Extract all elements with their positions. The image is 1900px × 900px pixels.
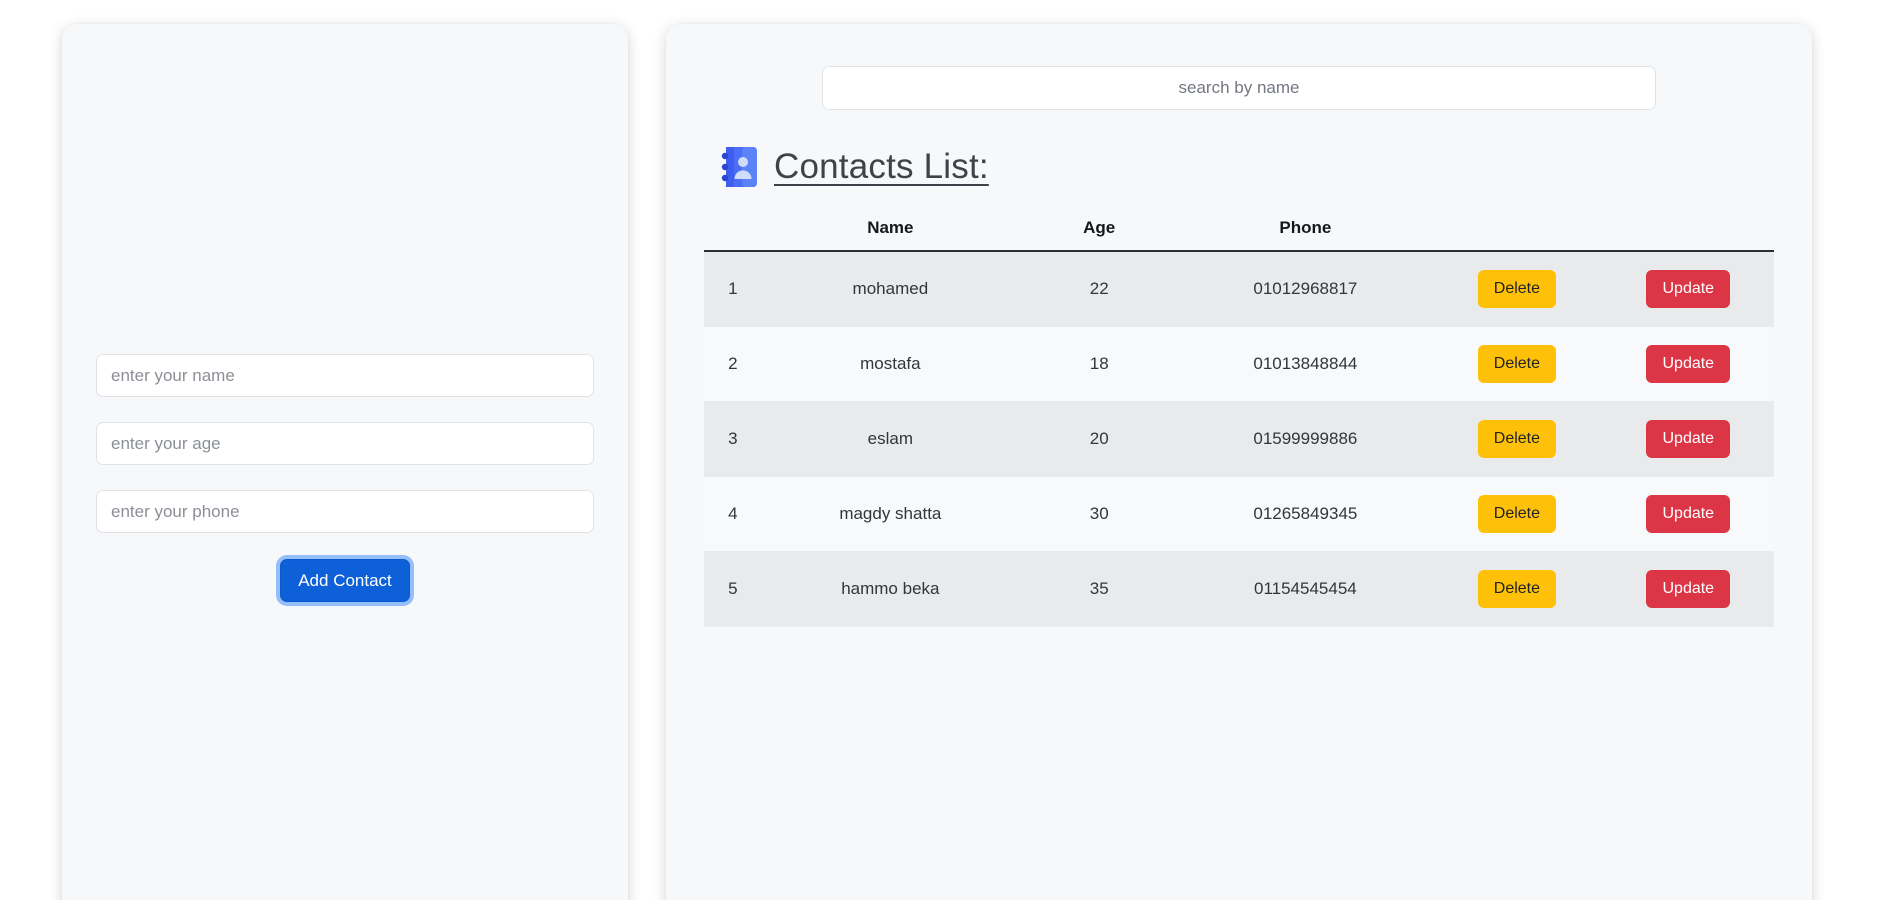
row-age: 30 (1018, 476, 1180, 552)
age-input[interactable] (96, 422, 594, 465)
row-name: hammo beka (761, 551, 1019, 627)
update-button[interactable]: Update (1646, 420, 1731, 458)
column-header-age: Age (1018, 212, 1180, 252)
row-update-cell: Update (1602, 326, 1774, 402)
table-header-row: Name Age Phone (704, 212, 1774, 252)
delete-button[interactable]: Delete (1477, 345, 1557, 383)
row-update-cell: Update (1602, 551, 1774, 627)
app-root: Add Contact Contacts List: (0, 0, 1900, 900)
address-book-icon (720, 146, 760, 188)
row-phone: 01013848844 (1179, 326, 1432, 402)
table-row: 2 mostafa 18 01013848844 Delete Update (704, 326, 1774, 402)
table-row: 5 hammo beka 35 01154545454 Delete Update (704, 551, 1774, 627)
name-input[interactable] (96, 354, 594, 397)
contact-form: Add Contact (62, 354, 628, 602)
phone-input[interactable] (96, 490, 594, 533)
row-name: magdy shatta (761, 476, 1019, 552)
table-row: 1 mohamed 22 01012968817 Delete Update (704, 251, 1774, 327)
row-name: mostafa (761, 326, 1019, 402)
add-contact-panel: Add Contact (62, 24, 628, 900)
row-name: mohamed (761, 251, 1019, 327)
column-header-index (704, 212, 762, 252)
row-phone: 01012968817 (1179, 251, 1432, 327)
row-index: 1 (704, 251, 762, 327)
row-update-cell: Update (1602, 401, 1774, 477)
row-index: 2 (704, 326, 762, 402)
search-bar (704, 66, 1774, 110)
row-age: 18 (1018, 326, 1180, 402)
row-index: 5 (704, 551, 762, 627)
table-row: 3 eslam 20 01599999886 Delete Update (704, 401, 1774, 477)
delete-button[interactable]: Delete (1477, 570, 1557, 608)
column-header-phone: Phone (1179, 212, 1432, 252)
contacts-panel: Contacts List: Name Age Phone 1mohamed22… (666, 24, 1812, 900)
contacts-table-body: 1 mohamed 22 01012968817 Delete Update 2 mostaf… (704, 251, 1774, 627)
update-button[interactable]: Update (1646, 495, 1731, 533)
row-phone: 01599999886 (1179, 401, 1432, 477)
column-header-update (1602, 212, 1774, 252)
row-delete-cell: Delete (1431, 476, 1603, 552)
row-index: 3 (704, 401, 762, 477)
add-contact-button-row: Add Contact (96, 559, 594, 602)
update-button[interactable]: Update (1646, 345, 1731, 383)
table-row: 4 magdy shatta 30 01265849345 Delete Update (704, 476, 1774, 552)
row-delete-cell: Delete (1431, 551, 1603, 627)
row-name: eslam (761, 401, 1019, 477)
update-button[interactable]: Update (1646, 270, 1731, 308)
contacts-list-heading: Contacts List: (720, 146, 1774, 188)
row-update-cell: Update (1602, 476, 1774, 552)
row-phone: 01154545454 (1179, 551, 1432, 627)
contacts-table: Name Age Phone 1 mohamed 22 01012968817 Dele… (704, 212, 1774, 627)
delete-button[interactable]: Delete (1477, 420, 1557, 458)
column-header-name: Name (761, 212, 1019, 252)
row-update-cell: Update (1602, 251, 1774, 327)
column-header-delete (1431, 212, 1603, 252)
row-age: 20 (1018, 401, 1180, 477)
row-index: 4 (704, 476, 762, 552)
row-delete-cell: Delete (1431, 251, 1603, 327)
search-input[interactable] (822, 66, 1656, 110)
row-delete-cell: Delete (1431, 326, 1603, 402)
row-delete-cell: Delete (1431, 401, 1603, 477)
add-contact-button[interactable]: Add Contact (280, 559, 410, 602)
contacts-list-title: Contacts List: (774, 147, 989, 186)
row-phone: 01265849345 (1179, 476, 1432, 552)
delete-button[interactable]: Delete (1477, 270, 1557, 308)
contacts-table-head: Name Age Phone (704, 212, 1774, 252)
update-button[interactable]: Update (1646, 570, 1731, 608)
row-age: 22 (1018, 251, 1180, 327)
row-age: 35 (1018, 551, 1180, 627)
delete-button[interactable]: Delete (1477, 495, 1557, 533)
